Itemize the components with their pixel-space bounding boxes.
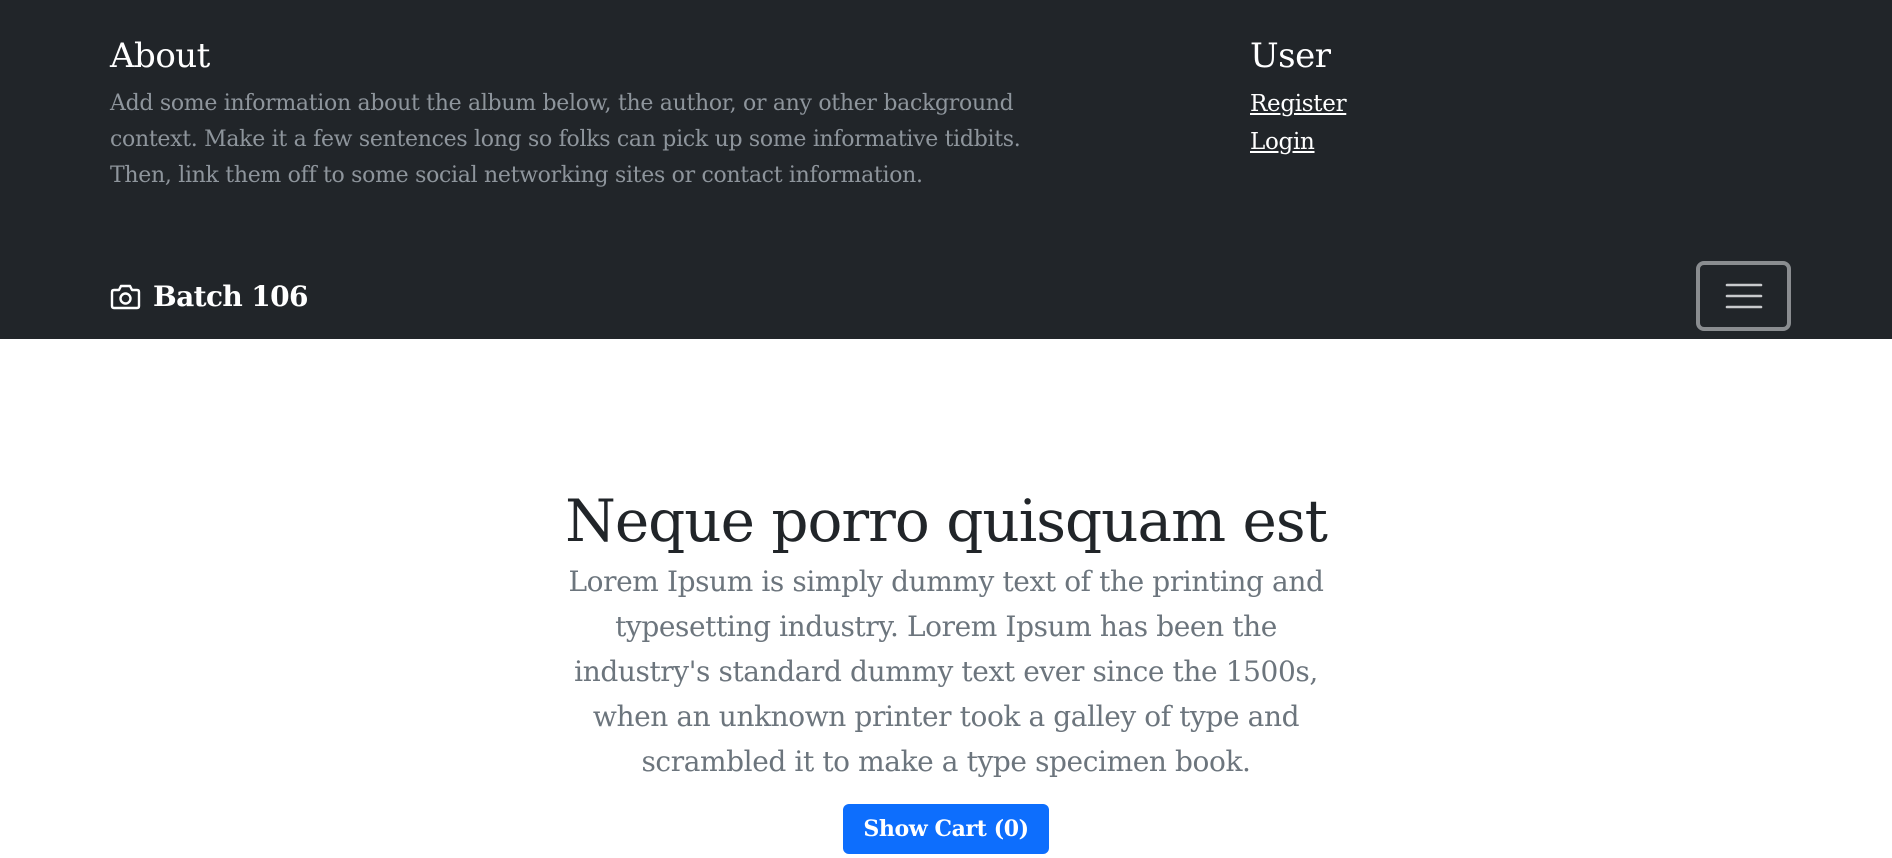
user-link-item: Login	[1250, 124, 1650, 162]
about-section: About Add some information about the alb…	[110, 34, 1070, 194]
show-cart-button[interactable]: Show Cart (0)	[843, 804, 1049, 854]
user-links: Register Login	[1250, 86, 1650, 162]
user-link-item: Register	[1250, 86, 1650, 124]
navbar-brand[interactable]: Batch 106	[110, 280, 309, 313]
about-heading: About	[110, 36, 210, 76]
camera-icon	[110, 284, 141, 309]
hero-title: Neque porro quisquam est	[565, 487, 1328, 555]
navbar-toggler-button[interactable]	[1696, 261, 1791, 331]
navbar: Batch 106	[0, 258, 1892, 338]
about-text: Add some information about the album bel…	[110, 91, 1021, 188]
user-heading: User	[1250, 36, 1331, 76]
hero-text: Lorem Ipsum is simply dummy text of the …	[568, 565, 1324, 778]
user-section: User Register Login	[1250, 34, 1650, 162]
hero-section: Neque porro quisquam est Lorem Ipsum is …	[0, 339, 1892, 858]
brand-label: Batch 106	[153, 280, 309, 313]
hamburger-menu-icon	[1725, 283, 1762, 309]
collapsed-header-panel: About Add some information about the alb…	[0, 0, 1892, 339]
login-link[interactable]: Login	[1250, 129, 1315, 155]
register-link[interactable]: Register	[1250, 91, 1347, 117]
